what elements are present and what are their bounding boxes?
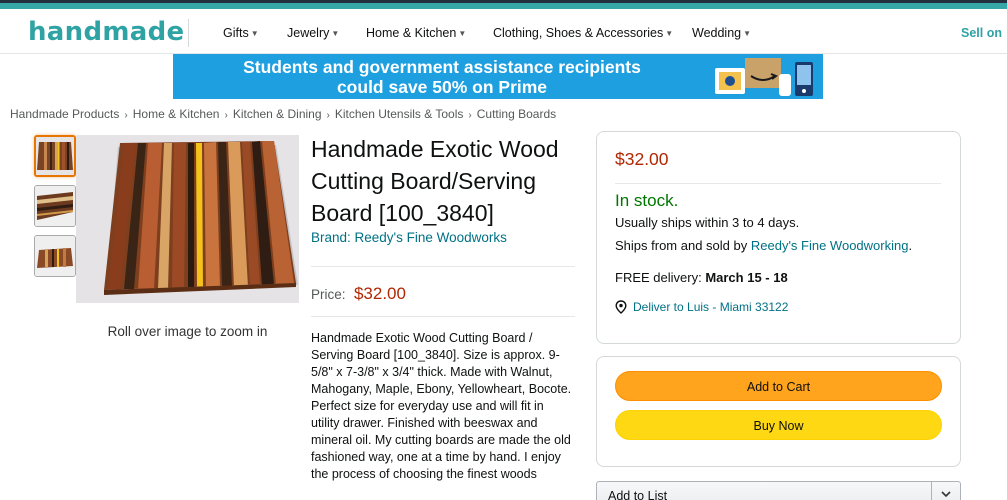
cutting-board-angle-thumb-icon	[35, 236, 75, 276]
breadcrumb-item[interactable]: Kitchen & Dining	[233, 107, 322, 121]
nav-clothing-shoes-accessories[interactable]: Clothing, Shoes & Accessories ▼	[493, 26, 673, 40]
breadcrumb-item[interactable]: Cutting Boards	[477, 107, 556, 121]
nav-wedding[interactable]: Wedding ▼	[692, 26, 751, 40]
add-to-list-label: Add to List	[608, 489, 668, 500]
breadcrumb-separator-icon: ›	[124, 110, 128, 121]
sold-by: Ships from and sold by Reedy's Fine Wood…	[615, 238, 912, 253]
price-row: Price: $32.00	[311, 284, 406, 304]
divider	[931, 482, 932, 500]
breadcrumb-separator-icon: ›	[224, 110, 228, 121]
location-pin-icon	[615, 300, 627, 314]
breadcrumb-item[interactable]: Handmade Products	[10, 107, 119, 121]
thumbnail-1[interactable]	[34, 135, 76, 177]
banner-line-2: could save 50% on Prime	[336, 77, 548, 97]
caret-down-icon: ▼	[665, 29, 674, 38]
prime-devices-illustration-icon	[711, 54, 823, 99]
buybox-price: $32.00	[615, 149, 669, 169]
nav-gifts[interactable]: Gifts ▼	[223, 26, 259, 40]
site-header: handmade Gifts ▼ Jewelry ▼ Home & Kitchen ▼…	[0, 9, 1007, 54]
divider	[615, 183, 941, 184]
deliver-to-link[interactable]: Deliver to Luis - Miami 33122	[615, 300, 788, 315]
breadcrumb: Handmade Products › Home & Kitchen › Kitchen…	[10, 107, 556, 121]
brand-link[interactable]: Brand: Reedy's Fine Woodworks	[311, 230, 507, 245]
nav-label: Wedding	[692, 26, 742, 40]
sold-by-prefix: Ships from and sold by	[615, 238, 751, 253]
thumbnail-2[interactable]	[34, 185, 76, 227]
product-title: Handmade Exotic Wood Cutting Board/Servi…	[311, 136, 559, 226]
deliver-to-text: Deliver to Luis - Miami 33122	[633, 300, 789, 314]
sold-by-suffix: .	[908, 238, 913, 253]
stock-status: In stock.	[615, 191, 679, 210]
chevron-down-icon[interactable]	[940, 489, 952, 499]
seller-link[interactable]: Reedy's Fine Woodworking	[751, 238, 909, 253]
main-product-image[interactable]	[76, 135, 299, 303]
header-divider	[188, 19, 189, 47]
divider	[311, 266, 575, 267]
nav-label: Jewelry	[287, 26, 330, 40]
breadcrumb-item[interactable]: Home & Kitchen	[133, 107, 220, 121]
nav-label: Clothing, Shoes & Accessories	[493, 26, 664, 40]
cutting-board-thumb-icon	[36, 137, 74, 175]
zoom-hint: Roll over image to zoom in	[107, 324, 268, 339]
breadcrumb-item[interactable]: Kitchen Utensils & Tools	[335, 107, 464, 121]
delivery-info: FREE delivery: March 15 - 18	[615, 270, 788, 285]
thumbnail-3[interactable]	[34, 235, 76, 277]
banner-text: Students and government assistance recip…	[173, 57, 711, 97]
handmade-logo[interactable]: handmade	[28, 17, 184, 47]
caret-down-icon: ▼	[458, 29, 467, 38]
price-value: $32.00	[353, 284, 406, 303]
ships-within: Usually ships within 3 to 4 days.	[615, 215, 800, 230]
breadcrumb-separator-icon: ›	[326, 110, 330, 121]
top-stripe	[0, 0, 1007, 9]
product-description: Handmade Exotic Wood Cutting Board / Ser…	[311, 331, 572, 481]
nav-label: Gifts	[223, 26, 249, 40]
cutting-board-image	[76, 135, 299, 303]
prime-student-banner[interactable]: Students and government assistance recip…	[173, 54, 823, 99]
caret-down-icon: ▼	[250, 29, 259, 38]
cart-box: Add to Cart Buy Now	[596, 356, 961, 467]
divider	[311, 316, 575, 317]
caret-down-icon: ▼	[331, 29, 340, 38]
add-to-cart-button[interactable]: Add to Cart	[615, 371, 942, 401]
caret-down-icon: ▼	[743, 29, 752, 38]
nav-home-kitchen[interactable]: Home & Kitchen ▼	[366, 26, 466, 40]
price-label: Price:	[311, 287, 346, 302]
cutting-board-side-thumb-icon	[35, 186, 75, 226]
banner-line-1: Students and government assistance recip…	[243, 57, 641, 77]
buy-now-button[interactable]: Buy Now	[615, 410, 942, 440]
sell-on-link[interactable]: Sell on	[961, 26, 1002, 40]
delivery-prefix: FREE delivery:	[615, 270, 706, 285]
breadcrumb-separator-icon: ›	[468, 110, 472, 121]
nav-jewelry[interactable]: Jewelry ▼	[287, 26, 339, 40]
nav-label: Home & Kitchen	[366, 26, 457, 40]
buy-box: $32.00 In stock. Usually ships within 3 …	[596, 131, 961, 344]
delivery-date: March 15 - 18	[705, 270, 788, 285]
add-to-list-button[interactable]: Add to List	[596, 481, 961, 500]
